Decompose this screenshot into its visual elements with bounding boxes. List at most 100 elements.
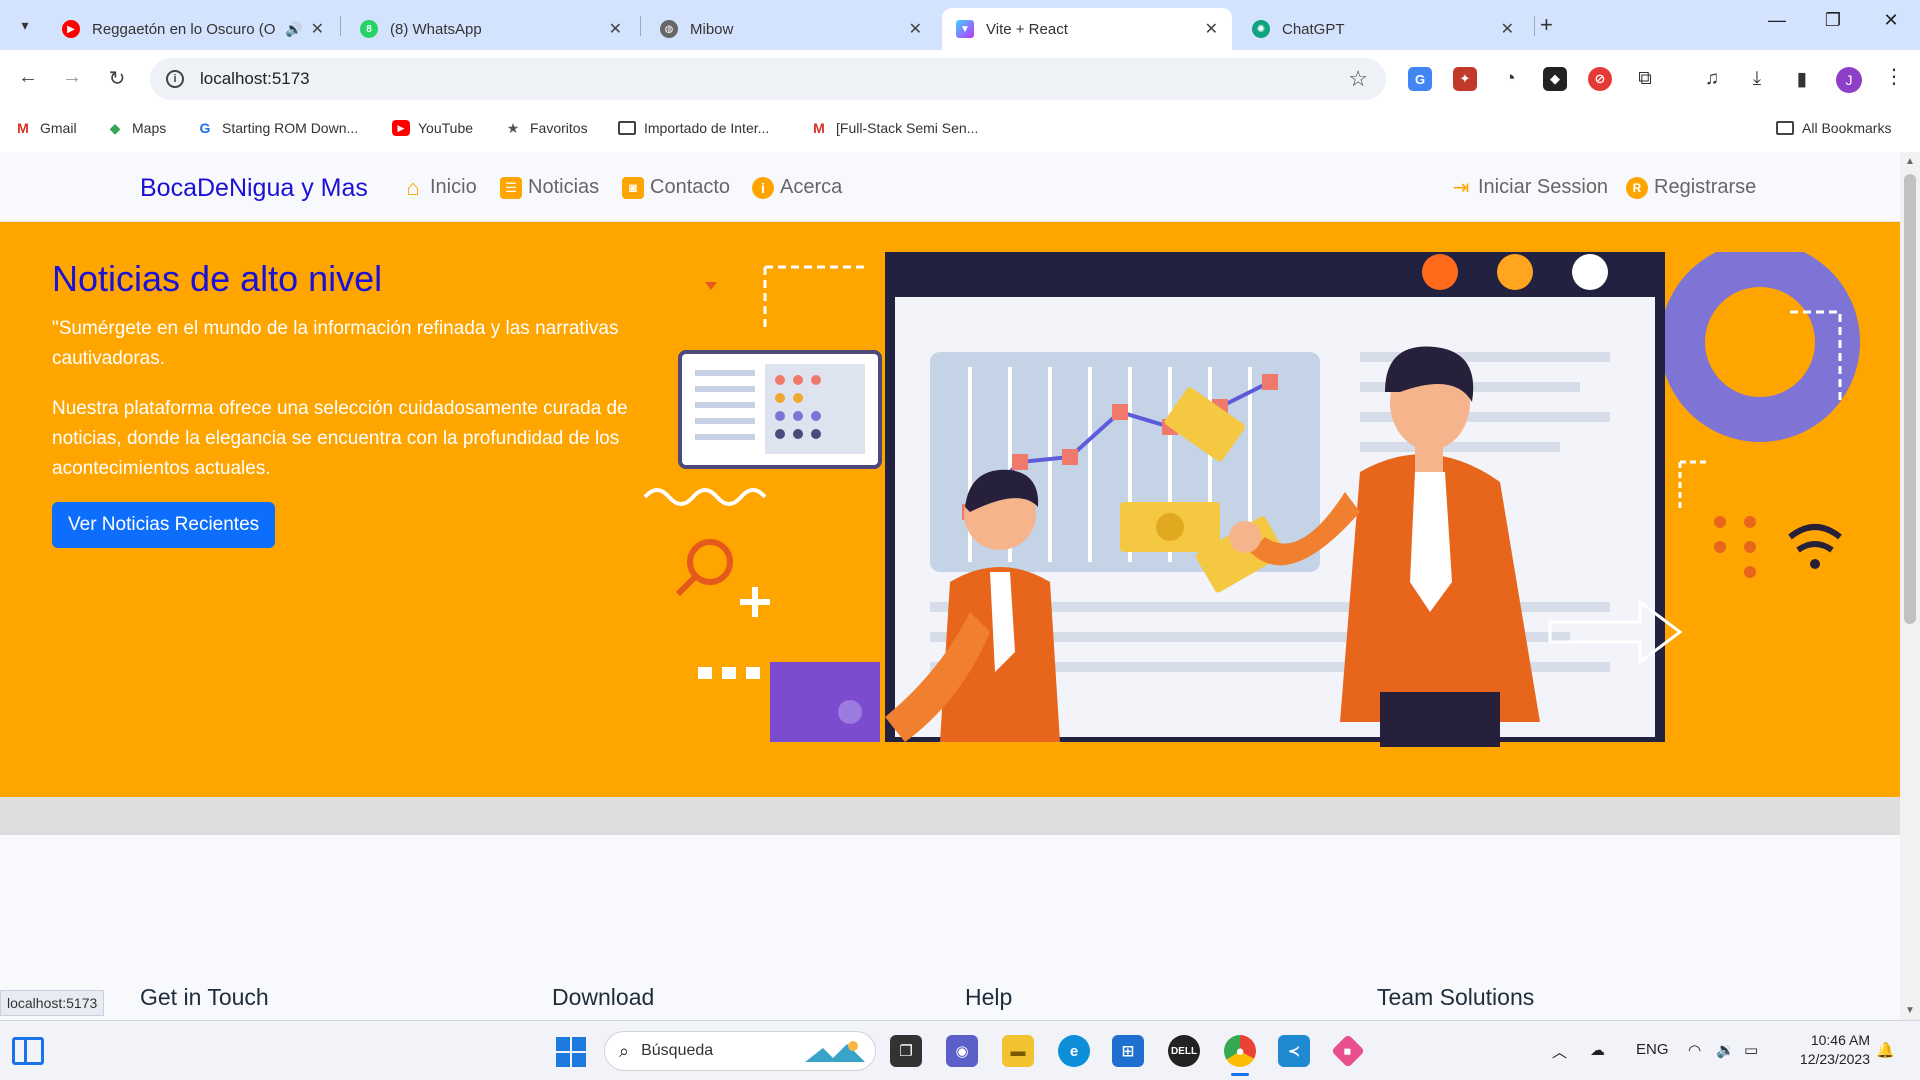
status-bar-url: localhost:5173	[0, 990, 105, 1016]
volume-icon[interactable]: 🔉	[1716, 1041, 1735, 1059]
bookmark-gmail[interactable]: M Gmail	[14, 120, 76, 136]
tab-youtube[interactable]: ▶ Reggaetón en lo Oscuro (O 🔊 ✕	[48, 8, 338, 50]
tab-vite-react[interactable]: ▼ Vite + React ✕	[942, 8, 1232, 50]
close-tab-icon[interactable]: ✕	[1501, 19, 1514, 39]
register-icon: R	[1626, 176, 1648, 199]
bookmark-starting-rom[interactable]: G Starting ROM Down...	[196, 120, 359, 136]
language-indicator[interactable]: ENG	[1636, 1041, 1669, 1058]
system-clock[interactable]: 10:46 AM 12/23/2023	[1784, 1031, 1870, 1069]
restore-icon[interactable]: ❐	[1818, 10, 1848, 31]
menu-kebab-icon[interactable]: ⋮	[1884, 64, 1904, 89]
nav-contacto[interactable]: ◙ Contacto	[622, 176, 730, 199]
ver-noticias-button[interactable]: Ver Noticias Recientes	[52, 502, 276, 548]
vscode-icon[interactable]: ≺	[1278, 1035, 1310, 1067]
nav-acerca[interactable]: i Acerca	[752, 176, 842, 199]
hero-title: Noticias de alto nivel	[52, 258, 383, 299]
store-icon[interactable]: ⊞	[1112, 1035, 1144, 1067]
footer-heading-download: Download	[552, 984, 655, 1010]
footer-heading-team-solutions: Team Solutions	[1377, 984, 1535, 1010]
close-tab-icon[interactable]: ✕	[311, 19, 324, 39]
tray-chevron-icon[interactable]: ︿	[1552, 1041, 1567, 1062]
vite-icon: ▼	[956, 20, 974, 38]
globe-icon: ◍	[660, 20, 678, 38]
search-highlight-icon	[805, 1041, 865, 1062]
close-tab-icon[interactable]: ✕	[909, 19, 922, 39]
extensions-puzzle-icon[interactable]: ⧉	[1633, 67, 1657, 91]
nav-inicio[interactable]: ⌂ Inicio	[402, 175, 476, 200]
footer-heading-get-in-touch: Get in Touch	[140, 984, 269, 1010]
bookmark-maps[interactable]: ◆ Maps	[106, 119, 167, 137]
page-scrollbar[interactable]: ▲ ▼	[1900, 152, 1920, 1020]
address-bar[interactable]: i localhost:5173 ☆	[150, 58, 1386, 100]
bookmark-full-stack[interactable]: M [Full-Stack Semi Sen...	[810, 120, 978, 136]
teams-icon[interactable]: ◉	[946, 1035, 978, 1067]
reload-icon[interactable]: ↻	[103, 66, 131, 91]
new-tab-icon[interactable]: +	[1540, 12, 1553, 38]
notification-bell-icon[interactable]: 🔔	[1876, 1041, 1895, 1059]
nav-iniciar-session[interactable]: ⇥ Iniciar Session	[1450, 176, 1608, 199]
info-icon: i	[752, 176, 774, 199]
download-icon[interactable]: ⤓	[1745, 67, 1769, 91]
scroll-up-icon[interactable]: ▲	[1905, 156, 1915, 167]
hero-section: Noticias de alto nivel "Sumérgete en el …	[0, 222, 1900, 797]
youtube-icon: ▶	[392, 120, 410, 136]
chrome-icon[interactable]: ●	[1224, 1035, 1256, 1067]
task-view-icon[interactable]: ❐	[890, 1035, 922, 1067]
tab-search-chevron-icon[interactable]: ▾	[10, 10, 40, 40]
media-control-icon[interactable]: ♫	[1700, 67, 1724, 91]
extension-icon[interactable]: ◔	[1498, 67, 1522, 91]
folder-icon	[618, 121, 636, 135]
bookmark-star-icon[interactable]: ☆	[1348, 66, 1368, 92]
g-icon: G	[199, 120, 211, 136]
side-panel-icon[interactable]: ▮	[1790, 67, 1814, 91]
hero-paragraph-1: "Sumérgete en el mundo de la información…	[52, 318, 619, 369]
site-navbar: BocaDeNigua y Mas ⌂ Inicio ☰ Noticias ◙ …	[0, 152, 1900, 222]
speaker-icon[interactable]: 🔊	[285, 21, 302, 38]
nav-noticias[interactable]: ☰ Noticias	[500, 176, 599, 199]
search-icon: ⌕	[619, 1040, 630, 1061]
scroll-thumb[interactable]	[1904, 174, 1916, 624]
bookmark-favoritos[interactable]: ★ Favoritos	[504, 120, 588, 137]
site-brand[interactable]: BocaDeNigua y Mas	[140, 174, 368, 203]
app-icon[interactable]: ◆	[1331, 1034, 1365, 1068]
bookmark-importado[interactable]: Importado de Inter...	[618, 120, 769, 136]
folder-icon	[1776, 121, 1794, 135]
chatgpt-icon: ✺	[1252, 20, 1270, 38]
file-explorer-icon[interactable]: ▬	[1002, 1035, 1034, 1067]
tab-mibow[interactable]: ◍ Mibow ✕	[646, 8, 936, 50]
all-bookmarks[interactable]: All Bookmarks	[1776, 120, 1891, 136]
taskbar-search[interactable]: ⌕ Búsqueda	[604, 1031, 876, 1071]
tab-whatsapp[interactable]: 8 (8) WhatsApp ✕	[346, 8, 636, 50]
forward-icon[interactable]: →	[58, 66, 86, 89]
minimize-icon[interactable]: —	[1762, 10, 1792, 31]
bookmarks-bar: M Gmail ◆ Maps G Starting ROM Down... ▶ …	[0, 108, 1920, 152]
tab-chatgpt[interactable]: ✺ ChatGPT ✕	[1238, 8, 1528, 50]
dell-icon[interactable]: DELL	[1168, 1035, 1200, 1067]
close-window-icon[interactable]: ✕	[1876, 10, 1906, 31]
address-text[interactable]: localhost:5173	[200, 69, 310, 89]
footer-heading-help: Help	[965, 984, 1013, 1010]
extension-icon[interactable]: ⊘	[1588, 67, 1612, 91]
extension-icon[interactable]: ✦	[1453, 67, 1477, 91]
contact-card-icon: ◙	[622, 176, 644, 199]
gmail-icon: M	[813, 120, 825, 136]
widgets-icon[interactable]	[12, 1037, 44, 1065]
whatsapp-icon: 8	[360, 20, 378, 38]
back-icon[interactable]: ←	[14, 66, 42, 89]
nav-registrarse[interactable]: R Registrarse	[1626, 176, 1756, 199]
bookmark-youtube[interactable]: ▶ YouTube	[392, 120, 473, 136]
profile-avatar[interactable]: J	[1836, 67, 1862, 93]
divider-band	[0, 797, 1900, 835]
scroll-down-icon[interactable]: ▼	[1905, 1005, 1915, 1016]
maps-icon: ◆	[109, 119, 121, 136]
extension-icon[interactable]: ◆	[1543, 67, 1567, 91]
edge-icon[interactable]: e	[1058, 1035, 1090, 1067]
network-cloud-icon[interactable]: ☁	[1590, 1041, 1605, 1059]
close-tab-icon[interactable]: ✕	[609, 19, 622, 39]
battery-icon[interactable]: ▭	[1744, 1041, 1758, 1059]
translate-extension-icon[interactable]: G	[1408, 67, 1432, 91]
site-info-icon[interactable]: i	[166, 70, 184, 88]
close-tab-icon[interactable]: ✕	[1205, 19, 1218, 39]
windows-start-icon[interactable]	[556, 1037, 586, 1067]
wifi-icon[interactable]: ◠	[1688, 1041, 1701, 1059]
